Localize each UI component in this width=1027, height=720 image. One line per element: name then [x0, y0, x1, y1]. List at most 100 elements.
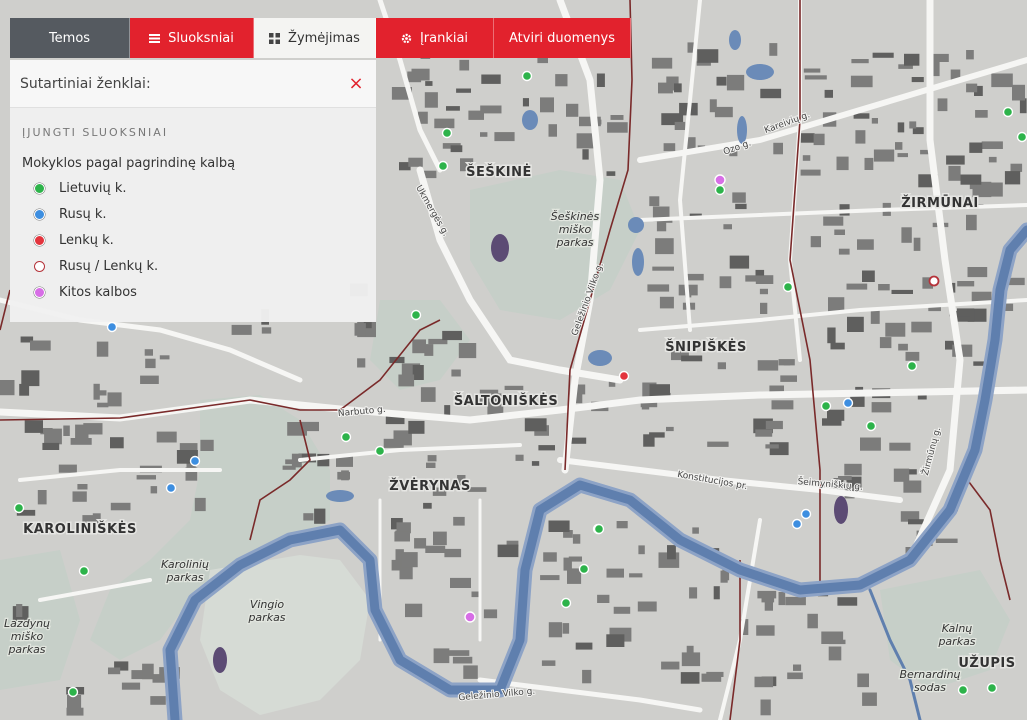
building	[480, 132, 488, 137]
building	[838, 476, 852, 481]
building	[726, 74, 745, 91]
building	[150, 696, 166, 705]
legend-item-label: Rusų / Lenkų k.	[59, 258, 159, 274]
building	[136, 475, 156, 480]
school-marker-other[interactable]	[714, 174, 726, 186]
tab-atviri-duomenys[interactable]: Atviri duomenys	[494, 18, 631, 58]
school-marker-lt[interactable]	[374, 445, 386, 457]
building	[433, 648, 450, 664]
gear-icon	[401, 33, 412, 44]
legend-list: Lietuvių k. Rusų k. Lenkų k. Rusų / Lenk…	[10, 175, 376, 305]
building	[652, 266, 674, 271]
tab-zymejimas[interactable]: Žymėjimas	[254, 18, 376, 58]
building	[717, 362, 726, 370]
legend-dot-icon	[34, 234, 45, 246]
school-marker-lt[interactable]	[437, 160, 449, 172]
school-marker-lt[interactable]	[441, 127, 453, 139]
school-marker-lt[interactable]	[714, 184, 726, 196]
school-marker-lt[interactable]	[820, 400, 832, 412]
school-marker-lt[interactable]	[78, 565, 90, 577]
building	[755, 429, 773, 437]
park-label: parkas	[7, 643, 45, 656]
building	[107, 392, 122, 407]
school-marker-ru[interactable]	[165, 482, 177, 494]
school-marker-lt[interactable]	[957, 684, 969, 696]
school-marker-lt[interactable]	[593, 523, 605, 535]
school-marker-ru[interactable]	[106, 321, 118, 333]
tab-label: Žymėjimas	[288, 30, 360, 46]
district-label: ŽIRMŪNAI	[901, 195, 979, 211]
building	[1010, 163, 1023, 172]
legend-item: Kitos kalbos	[34, 279, 376, 305]
school-marker-pl[interactable]	[618, 370, 630, 382]
active-layers-heading: ĮJUNGTI SLUOKSNIAI	[22, 126, 169, 139]
school-marker-lt[interactable]	[1002, 106, 1014, 118]
school-marker-ru[interactable]	[842, 397, 854, 409]
school-marker-ru[interactable]	[791, 518, 803, 530]
school-marker-lt[interactable]	[865, 420, 877, 432]
school-marker-lt[interactable]	[67, 686, 79, 698]
school-marker-lt[interactable]	[578, 563, 590, 575]
close-icon[interactable]: ×	[346, 73, 366, 94]
building	[862, 270, 875, 282]
district-label: ŽVĖRYNAS	[389, 478, 470, 494]
building	[800, 169, 821, 176]
building	[613, 606, 631, 614]
building	[444, 548, 462, 558]
building	[674, 83, 682, 93]
building	[760, 302, 768, 314]
tab-sluoksniai[interactable]: Sluoksniai	[130, 18, 254, 58]
building	[802, 155, 811, 161]
school-marker-lt[interactable]	[1016, 131, 1027, 143]
building	[898, 343, 908, 351]
school-marker-lt[interactable]	[521, 70, 533, 82]
building	[522, 98, 529, 107]
school-marker-lt[interactable]	[782, 281, 794, 293]
building	[760, 88, 782, 99]
school-marker-lt[interactable]	[906, 360, 918, 372]
building	[450, 145, 463, 153]
building	[909, 121, 917, 129]
building	[629, 573, 643, 578]
building	[713, 586, 720, 600]
building	[504, 385, 524, 390]
building	[575, 642, 593, 650]
legend-item: Rusų / Lenkų k.	[34, 253, 376, 279]
building	[194, 497, 206, 512]
building	[913, 237, 921, 251]
school-marker-rupl[interactable]	[928, 275, 940, 287]
building	[425, 545, 446, 553]
school-marker-ru[interactable]	[800, 508, 812, 520]
building	[531, 461, 540, 466]
building	[108, 667, 121, 675]
building	[540, 575, 560, 581]
school-marker-lt[interactable]	[560, 597, 572, 609]
school-marker-ru[interactable]	[189, 455, 201, 467]
building	[659, 296, 674, 309]
legend-item-label: Lenkų k.	[59, 232, 114, 248]
building	[548, 520, 570, 532]
building	[991, 73, 1013, 88]
school-marker-other[interactable]	[464, 611, 476, 623]
school-marker-lt[interactable]	[340, 431, 352, 443]
building	[764, 597, 773, 611]
tab-temos[interactable]: Temos	[10, 18, 130, 58]
park-label: parkas	[247, 611, 285, 624]
building	[755, 269, 765, 276]
building	[515, 454, 524, 461]
building	[468, 110, 484, 120]
building	[0, 380, 15, 396]
building	[871, 118, 878, 124]
building	[966, 83, 978, 93]
district-label: ŠEŠKINĖ	[466, 164, 532, 180]
building	[30, 340, 51, 351]
building	[836, 156, 849, 171]
building	[757, 590, 777, 599]
building	[895, 142, 903, 150]
school-marker-lt[interactable]	[986, 682, 998, 694]
school-marker-lt[interactable]	[13, 502, 25, 514]
building	[783, 361, 791, 366]
building	[822, 418, 842, 426]
tab-irankiai[interactable]: Įrankiai	[376, 18, 494, 58]
school-marker-lt[interactable]	[410, 309, 422, 321]
